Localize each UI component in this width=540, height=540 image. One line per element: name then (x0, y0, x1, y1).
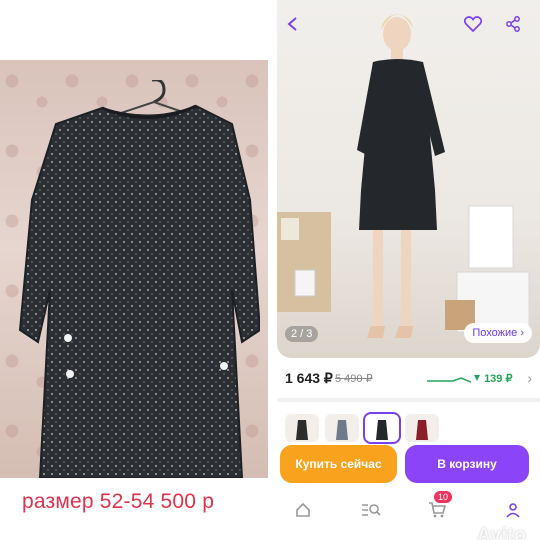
product-photo[interactable]: 2 / 3 Похожие › (277, 0, 540, 358)
cashback-amount: 139 ₽ (473, 372, 512, 385)
variant-thumb[interactable] (325, 414, 359, 442)
watermark-text: Avito (477, 525, 527, 540)
back-icon[interactable] (281, 12, 305, 36)
variant-thumb-selected[interactable] (363, 412, 401, 444)
price-row[interactable]: 1 643 ₽ 5 490 ₽ 139 ₽ › (277, 364, 540, 394)
buy-now-button[interactable]: Купить сейчас (280, 445, 397, 483)
photo-counter: 2 / 3 (285, 326, 319, 342)
home-icon[interactable] (291, 498, 315, 522)
avito-watermark: Avito (477, 503, 540, 540)
price-trend-icon (427, 377, 471, 383)
add-to-cart-button[interactable]: В корзину (405, 445, 529, 483)
color-variants (285, 412, 439, 444)
cashback-arrow-icon (474, 375, 480, 381)
section-divider (277, 398, 540, 402)
chevron-right-icon[interactable]: › (527, 370, 532, 386)
heart-icon[interactable] (461, 12, 485, 36)
cashback-value: 139 ₽ (484, 373, 513, 385)
screenshot-collage: размер 52-54 500 р 2 / 3 Похожие › 1 643… (0, 0, 540, 540)
size-price-caption: размер 52-54 500 р (22, 490, 215, 513)
variant-thumb[interactable] (405, 414, 439, 442)
catalog-search-icon[interactable] (359, 498, 383, 522)
avito-logo-icon (478, 507, 490, 520)
variant-thumb[interactable] (285, 414, 319, 442)
dress-on-hanger-image (18, 80, 260, 478)
similar-button[interactable]: Похожие › (464, 323, 532, 343)
dress-photo (0, 60, 268, 478)
model-in-dress-image (277, 14, 530, 338)
current-price: 1 643 ₽ (285, 370, 333, 386)
old-price: 5 490 ₽ (335, 373, 373, 385)
cart-count-badge: 10 (434, 491, 453, 503)
marketplace-app: 2 / 3 Похожие › 1 643 ₽ 5 490 ₽ 139 ₽ › … (277, 0, 540, 540)
share-icon[interactable] (501, 12, 525, 36)
